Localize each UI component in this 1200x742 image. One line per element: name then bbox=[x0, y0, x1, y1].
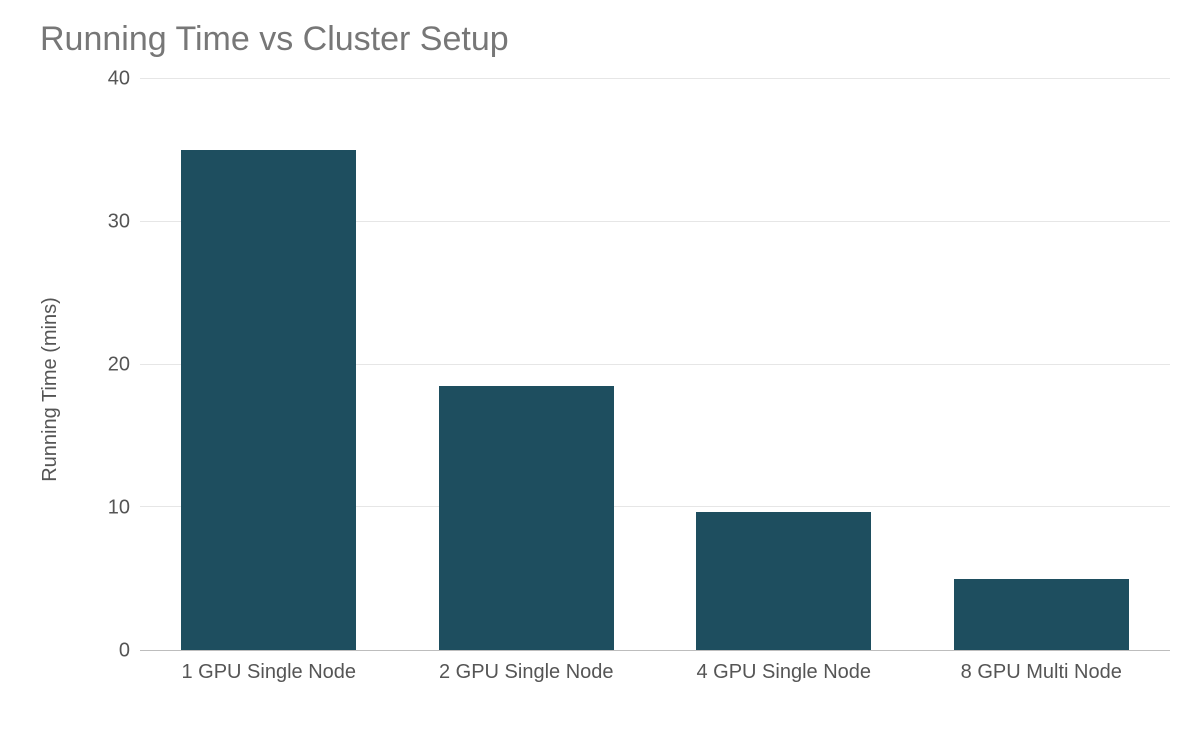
bar-slot bbox=[655, 79, 913, 650]
chart-container: Running Time vs Cluster Setup Running Ti… bbox=[0, 0, 1200, 742]
y-axis-ticks: 40 30 20 10 0 bbox=[70, 79, 140, 651]
bar bbox=[181, 150, 356, 650]
x-tick: 1 GPU Single Node bbox=[140, 651, 398, 699]
y-tick: 20 bbox=[108, 354, 130, 377]
chart-body: Running Time (mins) 40 30 20 10 0 bbox=[30, 79, 1170, 699]
bar-slot bbox=[140, 79, 398, 650]
y-tick: 10 bbox=[108, 497, 130, 520]
bar-slot bbox=[398, 79, 656, 650]
bar bbox=[439, 386, 614, 650]
chart-title: Running Time vs Cluster Setup bbox=[40, 20, 1170, 59]
plot-outer: 40 30 20 10 0 bbox=[70, 79, 1170, 699]
x-tick: 2 GPU Single Node bbox=[398, 651, 656, 699]
bar bbox=[954, 579, 1129, 650]
x-axis-ticks: 1 GPU Single Node 2 GPU Single Node 4 GP… bbox=[140, 651, 1170, 699]
y-axis-label: Running Time (mins) bbox=[39, 297, 62, 482]
bar bbox=[696, 512, 871, 650]
plot-area bbox=[140, 79, 1170, 651]
x-tick: 8 GPU Multi Node bbox=[913, 651, 1171, 699]
y-axis-label-wrap: Running Time (mins) bbox=[30, 79, 70, 699]
bar-slot bbox=[913, 79, 1171, 650]
y-tick: 40 bbox=[108, 68, 130, 91]
plot-grid: 40 30 20 10 0 bbox=[70, 79, 1170, 651]
y-tick: 30 bbox=[108, 211, 130, 234]
x-tick: 4 GPU Single Node bbox=[655, 651, 913, 699]
bars-row bbox=[140, 79, 1170, 650]
y-tick: 0 bbox=[119, 640, 130, 663]
